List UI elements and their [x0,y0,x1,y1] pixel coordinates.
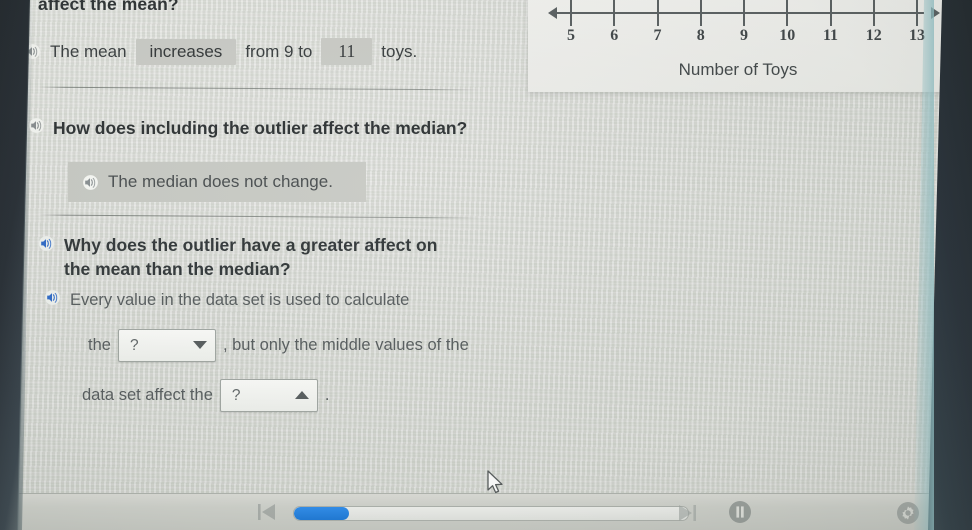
answer-trend-chip[interactable]: increases [135,38,237,65]
playback-progress-bar[interactable] [293,506,689,521]
axis-tick [872,0,875,26]
question-3-line-2-prefix: the [88,335,111,354]
question-3-row: Why does the outlier have a greater affe… [38,233,478,281]
axis-tick [829,0,832,26]
number-line: 5 6 7 8 9 10 11 12 13 [548,0,940,54]
device-screen: affect the mean? The mean increases from… [16,0,957,530]
axis-tick [570,0,572,26]
question-3-line-3-prefix: data set affect the [82,385,213,404]
axis-tick-label: 9 [740,27,748,44]
axis-tick-label: 12 [865,27,882,44]
screen-photo: affect the mean? The mean increases from… [0,0,972,530]
axis-tick-label: 13 [909,27,925,44]
section-divider-1 [38,86,480,91]
question-3-answer-line-3-row: data set affect the ? . [44,378,514,412]
number-line-axis [556,12,924,14]
question-2-row: How does including the outlier affect th… [28,118,467,139]
axis-arrow-left-icon [548,7,557,19]
chevron-down-icon [192,341,207,350]
dropdown-mean-selector[interactable]: ? [117,328,216,362]
answer-value-chip[interactable]: 11 [321,38,373,65]
question-1-sentence-suffix: toys. [381,41,418,61]
axis-tick-label: 5 [567,27,575,44]
axis-tick-label: 10 [779,27,796,44]
speaker-icon[interactable] [28,118,45,133]
axis-tick [916,0,918,26]
question-1-prompt-tail: affect the mean? [38,0,179,14]
question-3-line-2-suffix: , but only the middle values of the [222,335,469,354]
chart-x-axis-label: Number of Toys [678,60,798,79]
question-3-line-3-suffix: . [324,385,330,404]
axis-tick-label: 6 [610,27,619,44]
speaker-icon[interactable] [38,236,55,251]
question-3-answer-line-2-row: the ? , but only the middle values of th… [44,328,514,362]
axis-tick [656,0,659,26]
question-1-sentence-prefix: The mean [50,41,127,61]
chevron-up-icon [294,391,309,400]
dropdown-median-value: ? [231,386,241,404]
question-3-answer-line-1: Every value in the data set is used to c… [70,291,410,309]
skip-next-icon[interactable] [676,503,698,528]
section-divider-2 [38,214,480,219]
playback-progress-fill [294,507,350,520]
axis-tick [743,0,745,26]
axis-tick-label: 11 [822,27,839,44]
pause-icon[interactable] [728,500,752,529]
axis-tick [699,0,702,26]
question-2-answer-text: The median does not change. [108,172,333,191]
dropdown-median-selector[interactable]: ? [219,378,318,412]
question-3-prompt-line-1: Why does the outlier have a greater affe… [64,235,438,255]
question-3-answer-body: Every value in the data set is used to c… [44,288,514,412]
axis-tick-label: 7 [653,27,662,44]
question-1-answer-row: The mean increases from 9 to 11 toys. [24,38,417,65]
question-3-prompt-line-2: the mean than the median? [64,259,291,280]
question-2-answer-chip[interactable]: The median does not change. [68,162,366,202]
speaker-icon[interactable] [44,290,61,305]
speaker-icon[interactable] [82,174,99,190]
question-1-sentence-middle: from 9 to [245,41,313,61]
question-3-answer-line-1-row: Every value in the data set is used to c… [44,288,514,313]
mouse-pointer-icon [486,470,506,501]
axis-tick [786,0,789,26]
axis-tick-label: 8 [696,27,705,44]
dropdown-mean-value: ? [129,336,139,354]
worksheet-content: affect the mean? The mean increases from… [16,0,957,530]
axis-tick [613,0,616,26]
question-2-prompt: How does including the outlier affect th… [53,118,468,138]
skip-previous-icon[interactable] [256,502,278,527]
number-line-chart-panel: 5 6 7 8 9 10 11 12 13 Number of Toys [528,0,948,92]
